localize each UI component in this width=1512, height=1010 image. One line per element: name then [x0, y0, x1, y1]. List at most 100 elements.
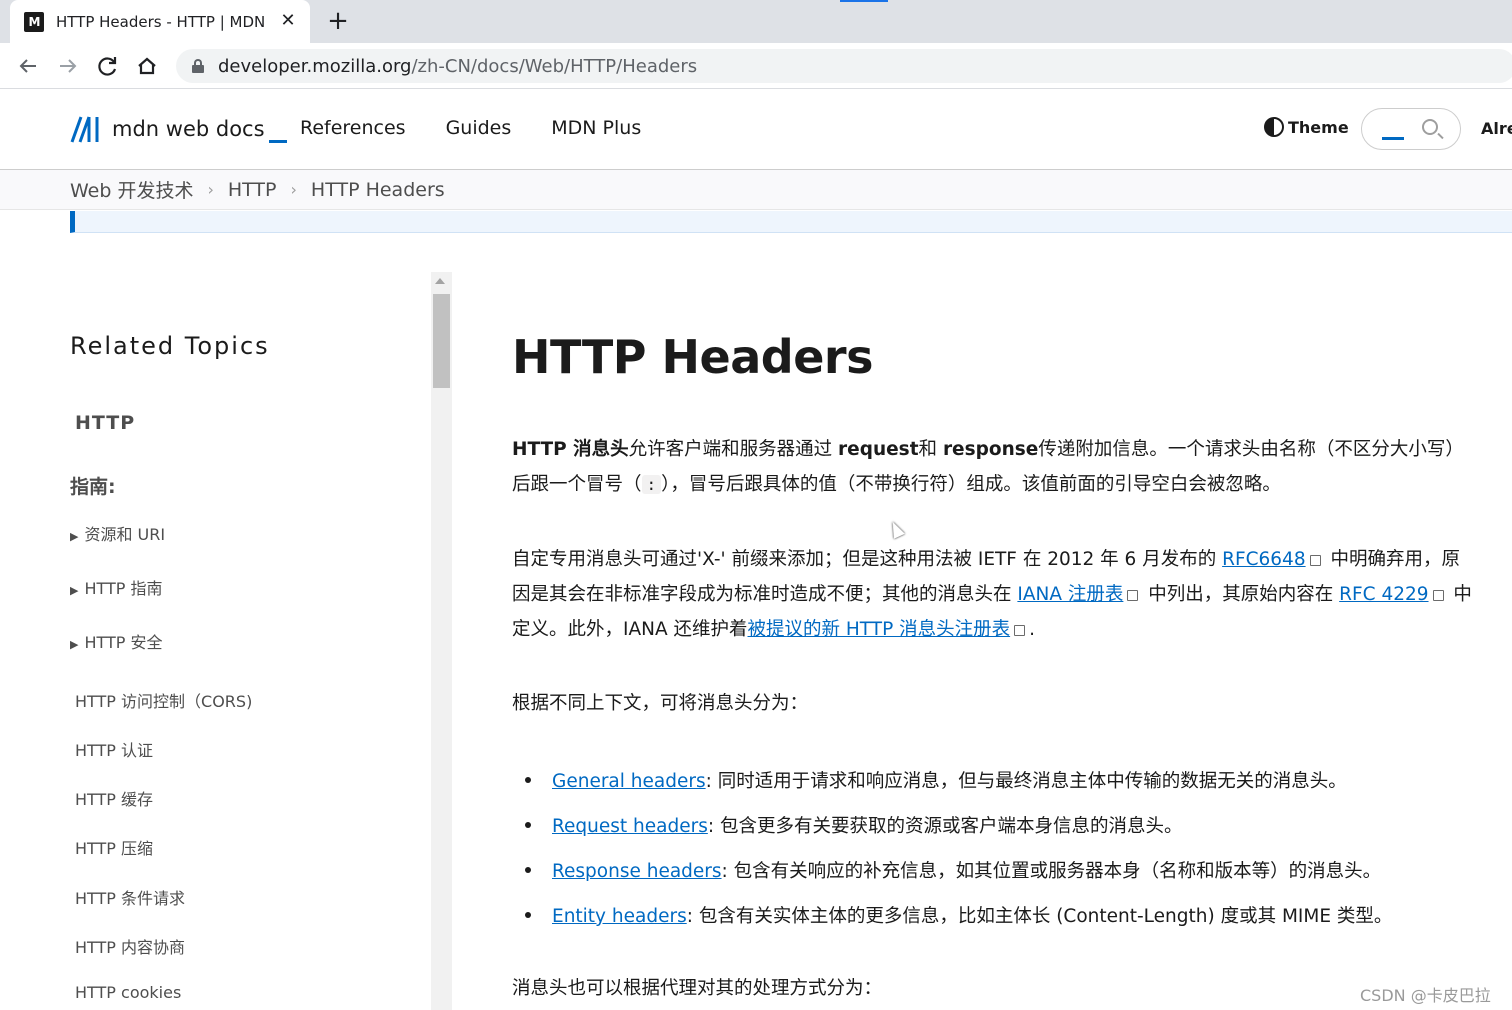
sidebar-link[interactable]: HTTP 压缩: [75, 835, 153, 859]
nav-mdn-plus[interactable]: MDN Plus: [551, 117, 641, 139]
term-http-headers: HTTP 消息头: [512, 439, 629, 460]
url-text[interactable]: developer.mozilla.org/zh-CN/docs/Web/HTT…: [218, 56, 697, 77]
term-request: request: [838, 439, 919, 460]
list-item-text: : 包含有关响应的补充信息，如其位置或服务器本身（名称和版本等）的消息头。: [721, 861, 1382, 882]
rfc4229-link[interactable]: RFC 4229: [1339, 584, 1428, 605]
sidebar-collapsible[interactable]: ▶ HTTP 指南: [70, 575, 163, 599]
external-link-icon: [1127, 590, 1139, 601]
entity-headers-link[interactable]: Entity headers: [552, 906, 687, 927]
list-item-text: : 包含有关实体主体的更多信息，比如主体长 (Content-Length) 度…: [686, 906, 1393, 927]
triangle-right-icon: ▶: [70, 584, 79, 597]
text: 中列出，其原始内容在: [1142, 584, 1340, 605]
logo-text: mdn web docs: [112, 117, 265, 141]
logo-cursor: [268, 140, 287, 143]
back-arrow-icon[interactable]: [14, 52, 42, 80]
browser-toolbar: developer.mozilla.org/zh-CN/docs/Web/HTT…: [0, 43, 1512, 89]
breadcrumb-item[interactable]: HTTP: [228, 179, 277, 201]
chevron-right-icon: ›: [290, 180, 297, 199]
already-subscriber-link[interactable]: Alre: [1481, 119, 1512, 138]
text: ），冒号后跟具体的值（不带换行符）组成。该值前面的引导空白会被忽略。: [661, 474, 1281, 495]
mdn-logo-mark-icon: [70, 116, 99, 143]
proxy-paragraph: 消息头也可以根据代理对其的处理方式分为：: [512, 978, 883, 999]
sidebar-scrollbar[interactable]: [431, 272, 452, 1010]
page-title: HTTP Headers: [512, 330, 873, 384]
sidebar-title: Related Topics: [70, 332, 270, 360]
external-link-icon: [1014, 625, 1026, 636]
notice-banner: [70, 211, 1512, 233]
search-caret: [1382, 137, 1404, 140]
watermark: CSDN @卡皮巴拉: [1360, 986, 1491, 1005]
text: 允许客户端和服务器通过: [628, 439, 839, 460]
list-item: Entity headers: 包含有关实体主体的更多信息，比如主体长 (Con…: [525, 902, 1472, 928]
nav-references[interactable]: References: [300, 117, 406, 139]
text: 和: [918, 439, 943, 460]
address-bar[interactable]: developer.mozilla.org/zh-CN/docs/Web/HTT…: [176, 49, 1512, 83]
request-headers-link[interactable]: Request headers: [552, 816, 708, 837]
intro-paragraph: HTTP 消息头允许客户端和服务器通过 request和 response传递附…: [512, 432, 1472, 502]
context-paragraph: 根据不同上下文，可将消息头分为：: [512, 693, 809, 714]
main-nav: References Guides MDN Plus: [300, 117, 641, 139]
mdn-favicon-icon: M: [24, 11, 44, 32]
home-icon[interactable]: [133, 52, 161, 80]
sidebar-link[interactable]: HTTP 缓存: [75, 786, 153, 810]
iana-registry-link[interactable]: IANA 注册表: [1017, 584, 1123, 605]
search-icon[interactable]: [1422, 119, 1438, 135]
loading-indicator: [840, 0, 888, 2]
list-item: Response headers: 包含有关响应的补充信息，如其位置或服务器本身…: [525, 857, 1472, 883]
list-item: General headers: 同时适用于请求和响应消息，但与最终消息主体中传…: [525, 767, 1472, 793]
breadcrumb-item[interactable]: HTTP Headers: [311, 179, 445, 201]
triangle-right-icon: ▶: [70, 638, 79, 651]
chevron-right-icon: ›: [207, 180, 214, 199]
tab-title: HTTP Headers - HTTP | MDN: [56, 12, 266, 31]
tab-strip: M HTTP Headers - HTTP | MDN ✕ +: [0, 0, 1512, 43]
external-link-icon: [1309, 555, 1321, 566]
sidebar-link[interactable]: HTTP 内容协商: [75, 934, 185, 958]
general-headers-link[interactable]: General headers: [552, 771, 706, 792]
sidebar: Related Topics HTTP 指南: ▶ 资源和 URI ▶ HTTP 指…: [0, 272, 452, 1010]
lock-icon[interactable]: [192, 59, 204, 73]
sidebar-link[interactable]: HTTP 条件请求: [75, 885, 185, 909]
external-link-icon: [1432, 590, 1444, 601]
proposed-registry-link[interactable]: 被提议的新 HTTP 消息头注册表: [748, 619, 1011, 640]
url-path: /zh-CN/docs/Web/HTTP/Headers: [411, 55, 698, 77]
sidebar-link[interactable]: HTTP cookies: [75, 983, 181, 1002]
scrollbar-thumb[interactable]: [433, 294, 450, 388]
list-item-text: : 同时适用于请求和响应消息，但与最终消息主体中传输的数据无关的消息头。: [705, 771, 1347, 792]
sidebar-item-label: HTTP 安全: [84, 633, 163, 652]
theme-icon: [1264, 117, 1284, 137]
reload-icon[interactable]: [94, 52, 122, 80]
term-response: response: [942, 439, 1039, 460]
theme-button[interactable]: Theme: [1264, 117, 1349, 137]
text: 自定专用消息头可通过'X-' 前缀来添加；但是这种用法被 IETF 在 2012…: [512, 549, 1223, 570]
scroll-up-arrow-icon[interactable]: [435, 278, 445, 284]
sidebar-link[interactable]: HTTP 访问控制（CORS): [75, 688, 252, 712]
article: HTTP Headers HTTP 消息头允许客户端和服务器通过 request…: [512, 330, 1472, 999]
breadcrumb: Web 开发技术 › HTTP › HTTP Headers: [0, 170, 1512, 210]
forward-arrow-icon[interactable]: [54, 52, 82, 80]
mdn-logo[interactable]: mdn web docs: [70, 115, 287, 143]
list-item: Request headers: 包含更多有关要获取的资源或客户端本身信息的消息…: [525, 812, 1472, 838]
nav-guides[interactable]: Guides: [446, 117, 512, 139]
sidebar-item-label: 资源和 URI: [84, 525, 166, 544]
sidebar-collapsible[interactable]: ▶ HTTP 安全: [70, 629, 163, 653]
search-input[interactable]: [1361, 108, 1461, 150]
breadcrumb-item[interactable]: Web 开发技术: [70, 176, 193, 203]
close-tab-icon[interactable]: ✕: [278, 10, 298, 31]
list-item-text: : 包含更多有关要获取的资源或客户端本身信息的消息头。: [707, 816, 1183, 837]
url-host: developer.mozilla.org: [218, 55, 412, 77]
text: .: [1029, 619, 1035, 640]
triangle-right-icon: ▶: [70, 530, 79, 543]
sidebar-item-label: HTTP 指南: [84, 579, 163, 598]
sidebar-section-http[interactable]: HTTP: [75, 412, 135, 434]
browser-tab[interactable]: M HTTP Headers - HTTP | MDN ✕: [10, 0, 310, 43]
code-colon: :: [641, 475, 662, 494]
theme-label: Theme: [1288, 117, 1349, 137]
sidebar-collapsible[interactable]: ▶ 资源和 URI: [70, 521, 165, 545]
sidebar-link[interactable]: HTTP 认证: [75, 737, 153, 761]
new-tab-button[interactable]: +: [326, 6, 350, 36]
response-headers-link[interactable]: Response headers: [552, 861, 722, 882]
custom-headers-paragraph: 自定专用消息头可通过'X-' 前缀来添加；但是这种用法被 IETF 在 2012…: [512, 542, 1472, 647]
rfc6648-link[interactable]: RFC6648: [1222, 549, 1306, 570]
mdn-header: mdn web docs References Guides MDN Plus …: [0, 89, 1512, 170]
mouse-cursor-icon: [887, 519, 905, 539]
